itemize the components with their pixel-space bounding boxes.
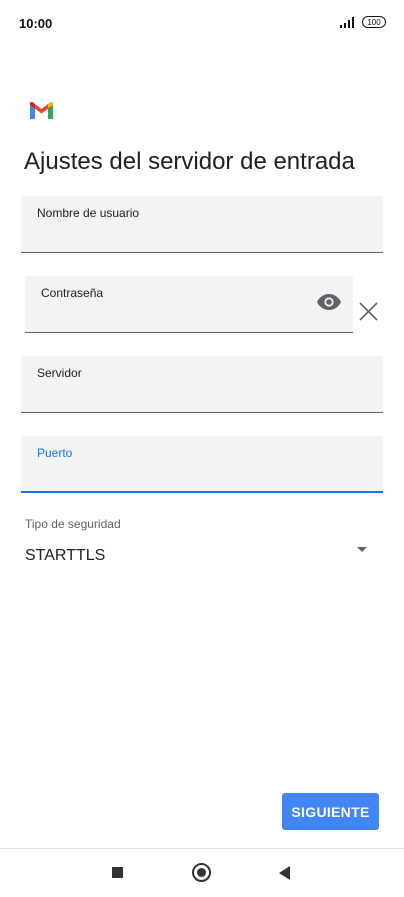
- security-type-select[interactable]: STARTTLS: [25, 547, 105, 565]
- username-field[interactable]: Nombre de usuario: [21, 196, 383, 253]
- battery-icon: 100: [362, 16, 386, 28]
- port-label: Puerto: [37, 446, 73, 460]
- nav-divider: [0, 848, 404, 849]
- password-label: Contraseña: [41, 286, 104, 300]
- signal-icon: [340, 17, 354, 28]
- back-icon[interactable]: [279, 866, 290, 880]
- close-icon[interactable]: [359, 302, 378, 321]
- server-label: Servidor: [37, 366, 82, 380]
- next-button[interactable]: SIGUIENTE: [282, 793, 379, 830]
- server-field[interactable]: Servidor: [21, 356, 383, 413]
- screen: 10:00 100 Ajustes del servidor de entrad…: [0, 0, 404, 897]
- eye-icon[interactable]: [317, 294, 341, 310]
- security-type-label: Tipo de seguridad: [25, 517, 121, 531]
- recents-icon[interactable]: [112, 867, 123, 878]
- port-field[interactable]: Puerto: [21, 436, 383, 493]
- home-icon[interactable]: [192, 863, 211, 882]
- page-title: Ajustes del servidor de entrada: [24, 148, 355, 175]
- dropdown-arrow-icon[interactable]: [357, 547, 367, 552]
- gmail-logo: [30, 102, 53, 119]
- status-time: 10:00: [19, 16, 53, 31]
- username-label: Nombre de usuario: [37, 206, 140, 220]
- password-field[interactable]: Contraseña: [25, 276, 353, 333]
